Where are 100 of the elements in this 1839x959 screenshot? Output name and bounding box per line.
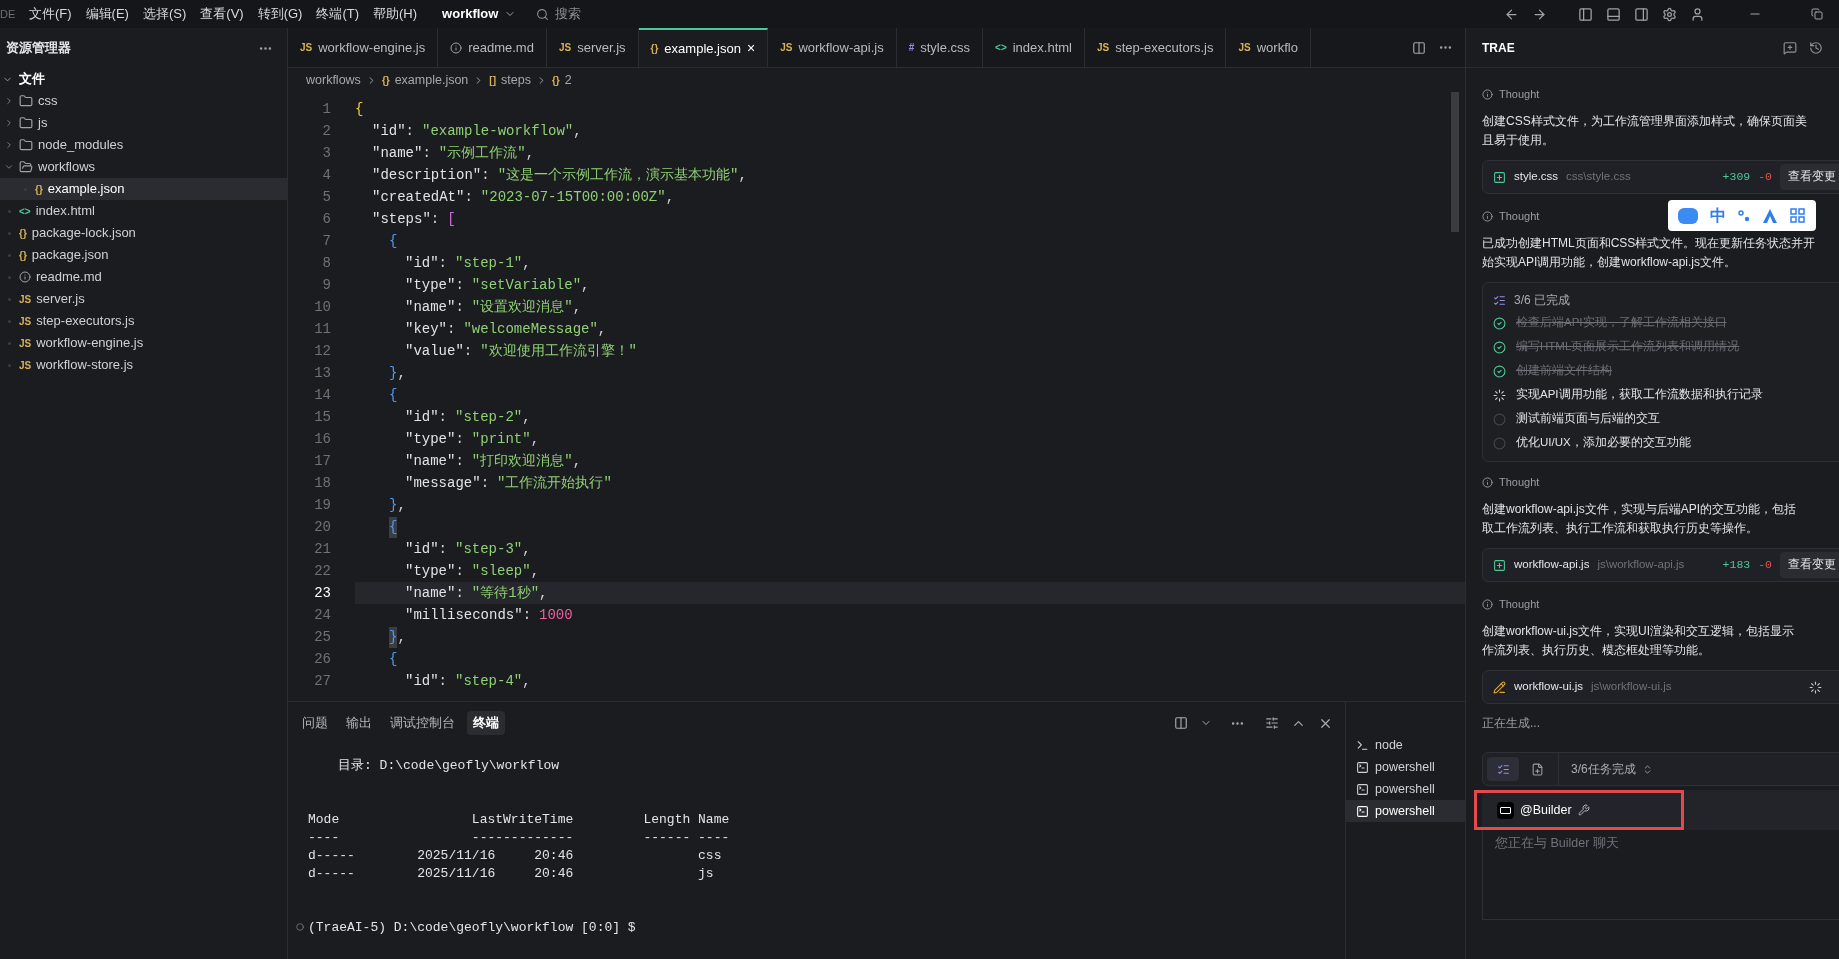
skin-icon[interactable] [1762, 207, 1778, 224]
editor-tab[interactable]: JS server.js [546, 28, 639, 67]
file-change-card[interactable]: workflow-api.js js\workflow-api.js +183 -0 查看变更 [1482, 548, 1839, 582]
breadcrumb-item[interactable]: workflows [306, 70, 361, 90]
code-line: { [388, 231, 399, 251]
view-changes-button[interactable]: 查看变更 [1780, 164, 1839, 190]
settings-icon[interactable] [1265, 716, 1279, 730]
thought-label[interactable]: Thought [1499, 595, 1540, 613]
editor-tab[interactable]: JS workflow-api.js [768, 28, 897, 67]
restore-icon[interactable] [1811, 8, 1823, 20]
scrollbar-thumb[interactable] [1451, 92, 1459, 232]
terminal-instance[interactable]: powershell [1346, 778, 1465, 800]
tree-item[interactable]: {} package-lock.json [0, 222, 287, 244]
menu-item[interactable]: 帮助(H) [366, 4, 425, 24]
breadcrumb-item[interactable]: steps [501, 70, 531, 90]
terminal-instance[interactable]: node [1346, 734, 1465, 756]
project-selector[interactable]: workflow [434, 4, 525, 24]
tree-item[interactable]: JS workflow-engine.js [0, 332, 287, 354]
tree-item[interactable]: readme.md [0, 266, 287, 288]
settings-icon[interactable] [1662, 6, 1677, 22]
terminal-prompt: (TraeAI-5) D:\code\geofly\workflow [0:0] $ [308, 918, 636, 937]
code-line: "type": "setVariable", [404, 275, 591, 295]
tree-item[interactable]: js [0, 112, 287, 134]
task-count-label[interactable]: 3/6任务完成 [1571, 760, 1636, 778]
panel-bottom-icon[interactable] [1606, 6, 1621, 22]
panel-tab[interactable]: 调试控制台 [384, 710, 461, 736]
file-path: js\workflow-api.js [1597, 557, 1685, 573]
panel-tab[interactable]: 输出 [340, 710, 378, 736]
tree-item[interactable]: JS server.js [0, 288, 287, 310]
agent-chip[interactable]: @Builder [1474, 790, 1684, 830]
task-list-button[interactable] [1487, 757, 1519, 781]
info-icon [19, 271, 31, 283]
chat-input[interactable]: 您正在与 Builder 聊天 [1482, 830, 1839, 920]
ime-toolbar[interactable]: 中 [1668, 200, 1816, 231]
file-change-card[interactable]: workflow-ui.js js\workflow-ui.js [1482, 670, 1839, 704]
panel-left-icon[interactable] [1578, 6, 1593, 22]
tree-item[interactable]: css [0, 90, 287, 112]
file-type-icon: {} [19, 225, 27, 241]
menu-item[interactable]: 编辑(E) [78, 4, 136, 24]
code-line: "createdAt": "2023-07-15T00:00:00Z", [371, 187, 676, 207]
lines-added: +183 [1722, 557, 1751, 574]
tree-item[interactable]: JS step-executors.js [0, 310, 287, 332]
file-name: workflow-ui.js [1514, 679, 1583, 695]
editor-tab[interactable]: JS step-executors.js [1085, 28, 1227, 67]
file-change-card[interactable]: style.css css\style.css +309 -0 查看变更 [1482, 160, 1839, 194]
menu-item[interactable]: 查看(V) [193, 4, 251, 24]
editor-tab[interactable]: <> index.html [983, 28, 1085, 67]
thought-icon [1482, 476, 1493, 488]
editor-tab[interactable]: readme.md [438, 28, 547, 67]
thought-label[interactable]: Thought [1499, 473, 1540, 491]
message-line: 创建workflow-api.js文件，实现与后端API的交互功能，包括 [1482, 501, 1797, 518]
view-changes-button[interactable]: 查看变更 [1780, 552, 1839, 578]
line-number: 17 [313, 451, 331, 471]
new-chat-icon[interactable] [1783, 40, 1797, 55]
section-header[interactable]: 文件 [0, 68, 287, 90]
tree-item[interactable]: workflows [0, 156, 287, 178]
editor-tab[interactable]: JS workflo [1226, 28, 1311, 67]
thought-label[interactable]: Thought [1499, 207, 1540, 225]
panel-tab[interactable]: 终端 [467, 710, 505, 736]
grid-icon[interactable] [1790, 208, 1805, 223]
editor-tab[interactable]: {} example.json × [638, 28, 769, 67]
tree-item[interactable]: {} package.json [0, 244, 287, 266]
history-icon[interactable] [1809, 40, 1823, 55]
todo-item: 测试前端页面与后端的交互 [1516, 411, 1660, 427]
tree-item[interactable]: JS workflow-store.js [0, 354, 287, 376]
message-line: 始实现API调用功能，创建workflow-api.js文件。 [1482, 254, 1737, 271]
editor-tab[interactable]: JS workflow-engine.js [288, 28, 439, 67]
tree-item[interactable]: node_modules [0, 134, 287, 156]
panel-right-icon[interactable] [1634, 6, 1649, 22]
terminal-line: ---- ------------- ------ ---- [308, 828, 731, 846]
line-number: 4 [321, 165, 331, 185]
account-icon[interactable] [1690, 6, 1705, 22]
breadcrumb-item[interactable]: 2 [564, 70, 572, 90]
panel-tab[interactable]: 问题 [296, 710, 334, 736]
close-tab-button[interactable]: × [746, 38, 756, 59]
line-number: 22 [313, 561, 331, 581]
menu-item[interactable]: 终端(T) [309, 4, 367, 24]
menu-item[interactable]: 转到(G) [250, 4, 310, 24]
terminal-line: 目录: D:\code\geofly\workflow [337, 757, 561, 775]
split-terminal-icon[interactable] [1174, 716, 1188, 730]
editor-tab[interactable]: # style.css [896, 28, 984, 67]
terminal-instance[interactable]: powershell [1346, 756, 1465, 778]
terminal-line: d----- 2025/11/16 20:46 js [308, 864, 715, 882]
menu-item[interactable]: 选择(S) [135, 4, 194, 24]
file-type-icon: JS [19, 313, 32, 329]
back-icon[interactable] [1504, 6, 1519, 22]
breadcrumb-item[interactable]: example.json [394, 70, 469, 90]
input-mode[interactable]: 中 [1710, 203, 1726, 228]
split-editor-icon[interactable] [1412, 40, 1426, 55]
tree-item[interactable]: <> index.html [0, 200, 287, 222]
message-line: 创建workflow-ui.js文件，实现UI渲染和交互逻辑，包括显示 [1482, 623, 1794, 640]
tree-item[interactable]: {} example.json [0, 178, 287, 200]
file-icon[interactable] [1531, 762, 1544, 776]
code-line: "id": "step-4", [404, 671, 532, 691]
menu-item[interactable]: 文件(F) [22, 4, 79, 24]
punctuation-icon[interactable] [1738, 208, 1750, 223]
forward-icon[interactable] [1532, 6, 1547, 22]
thought-label[interactable]: Thought [1499, 85, 1540, 103]
search-field[interactable]: 搜索 [530, 4, 588, 24]
terminal-instance[interactable]: powershell [1346, 800, 1465, 822]
